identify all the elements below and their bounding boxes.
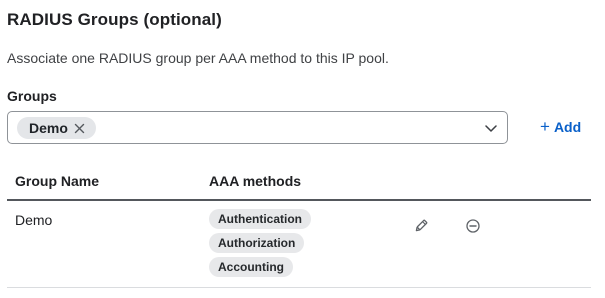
row-divider [7, 287, 591, 288]
add-group-button[interactable]: + Add [540, 117, 582, 136]
method-tag-accounting: Accounting [209, 257, 293, 277]
group-name-cell: Demo [15, 212, 53, 228]
aaa-methods-cell: Authentication Authorization Accounting [209, 209, 311, 277]
plus-icon: + [540, 117, 550, 136]
chip-label: Demo [29, 120, 68, 136]
minus-circle-icon[interactable] [465, 218, 481, 234]
close-icon[interactable] [74, 122, 86, 134]
groups-select[interactable]: Demo [7, 111, 508, 144]
section-title: RADIUS Groups (optional) [7, 10, 222, 29]
chevron-down-icon[interactable] [484, 121, 498, 135]
column-header-aaa-methods: AAA methods [209, 173, 302, 189]
pencil-icon[interactable] [413, 218, 429, 234]
table-row: Demo Authentication Authorization Accoun… [7, 201, 591, 291]
method-tag-authentication: Authentication [209, 209, 311, 229]
selected-group-chip: Demo [17, 117, 96, 139]
add-button-label: Add [553, 119, 582, 135]
method-tag-authorization: Authorization [209, 233, 305, 253]
section-description: Associate one RADIUS group per AAA metho… [7, 50, 389, 66]
column-header-group-name: Group Name [15, 173, 100, 189]
groups-label: Groups [7, 88, 57, 104]
